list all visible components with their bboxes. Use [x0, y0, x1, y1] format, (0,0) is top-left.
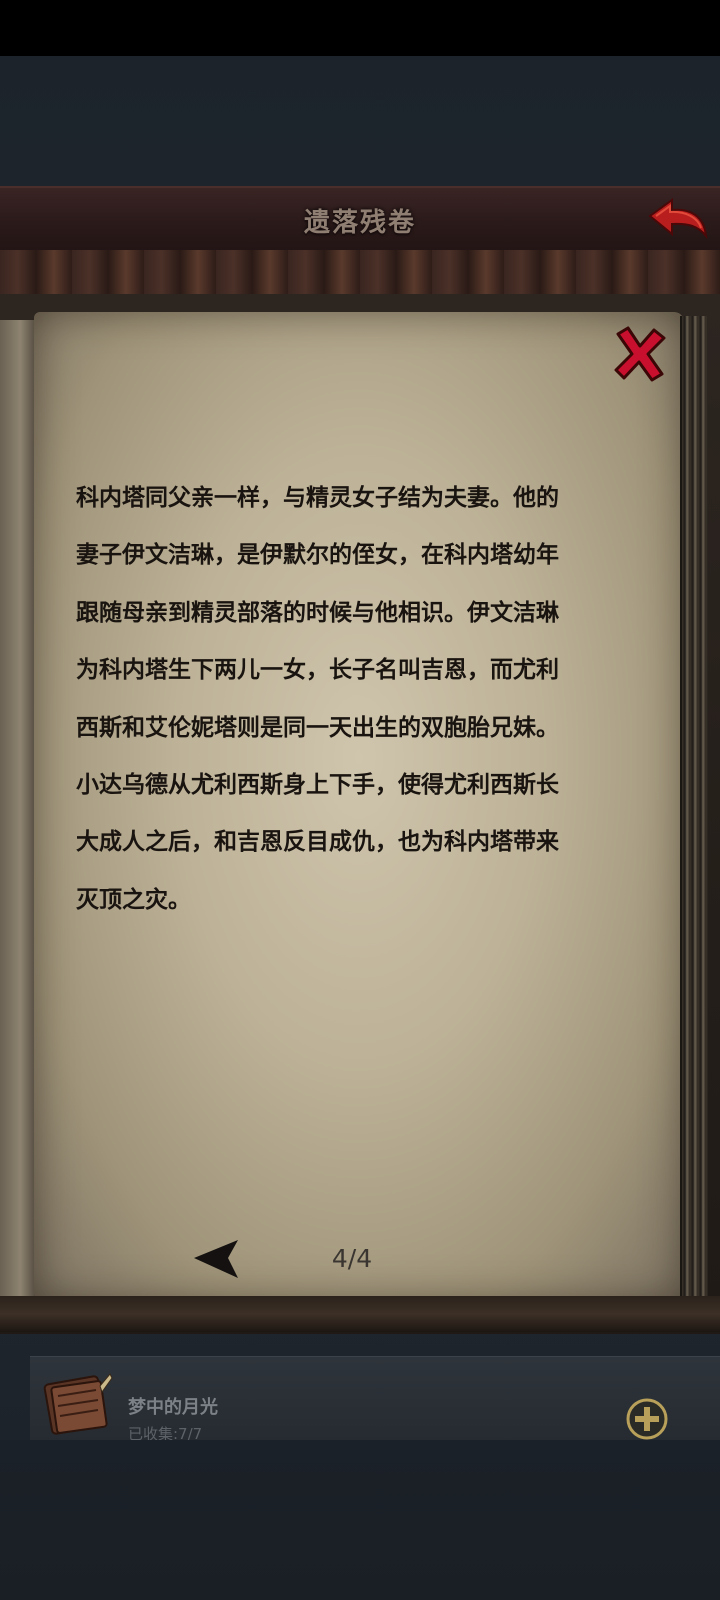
text-line: 跟随母亲到精灵部落的时候与他相识。伊文洁琳	[76, 599, 559, 626]
page-title: 遗落残卷	[303, 208, 416, 238]
close-button[interactable]	[612, 324, 668, 384]
text-line: 灭顶之灾。	[76, 886, 191, 913]
text-line: 小达乌德从尤利西斯身上下手，使得尤利西斯长	[76, 771, 559, 798]
text-line: 大成人之后，和吉恩反目成仇，也为科内塔带来	[76, 829, 559, 856]
bottom-background	[0, 1440, 720, 1600]
lore-text: 科内塔同父亲一样，与精灵女子结为夫妻。他的 妻子伊文洁琳，是伊默尔的侄女，在科内…	[76, 470, 636, 929]
page-stack-edge	[680, 316, 708, 1296]
close-x-icon	[614, 326, 666, 382]
title-bar: 遗落残卷	[0, 186, 720, 252]
back-button[interactable]	[646, 196, 710, 242]
text-line: 西斯和艾伦妮塔则是同一天出生的双胞胎兄妹。	[76, 714, 559, 741]
prev-page-button[interactable]	[192, 1238, 242, 1280]
text-line: 科内塔同父亲一样，与精灵女子结为夫妻。他的	[76, 485, 559, 511]
text-line: 妻子伊文洁琳，是伊默尔的侄女，在科内塔幼年	[76, 542, 559, 569]
page-indicator: 4/4	[331, 1244, 373, 1273]
status-bar	[0, 0, 720, 56]
text-line: 为科内塔生下两儿一女，长子名叫吉恩，而尤利	[76, 657, 559, 684]
collection-name: 梦中的月光	[128, 1397, 218, 1418]
book-icon	[40, 1366, 116, 1442]
prev-page-arrow-icon	[194, 1240, 238, 1278]
add-button[interactable]	[626, 1398, 668, 1440]
plus-circle-icon	[626, 1398, 668, 1440]
left-page-edge	[0, 320, 37, 1300]
back-arrow-icon	[648, 198, 708, 240]
book-bottom-edge	[0, 1296, 720, 1332]
